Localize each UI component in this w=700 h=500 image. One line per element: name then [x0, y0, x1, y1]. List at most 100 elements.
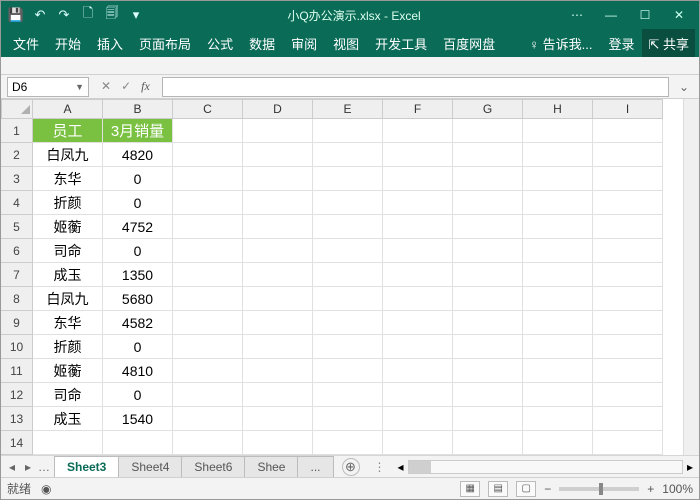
- cell[interactable]: 0: [103, 383, 173, 407]
- cell[interactable]: [453, 431, 523, 455]
- new-file-icon[interactable]: 🗋: [77, 4, 99, 26]
- cell[interactable]: [453, 119, 523, 143]
- vertical-scrollbar[interactable]: [683, 99, 699, 455]
- cell[interactable]: 白凤九: [33, 143, 103, 167]
- cell[interactable]: 司命: [33, 383, 103, 407]
- tab-data[interactable]: 数据: [241, 29, 283, 57]
- cell[interactable]: [593, 431, 663, 455]
- cell[interactable]: [243, 383, 313, 407]
- cell[interactable]: [453, 191, 523, 215]
- cell[interactable]: [243, 143, 313, 167]
- tab-view[interactable]: 视图: [325, 29, 367, 57]
- cell[interactable]: [243, 335, 313, 359]
- cell[interactable]: [243, 311, 313, 335]
- cell[interactable]: 0: [103, 335, 173, 359]
- cell[interactable]: [453, 335, 523, 359]
- cell[interactable]: [173, 383, 243, 407]
- zoom-out-icon[interactable]: −: [544, 482, 551, 496]
- cell[interactable]: [33, 431, 103, 455]
- cell[interactable]: 白凤九: [33, 287, 103, 311]
- cell[interactable]: [383, 167, 453, 191]
- col-header[interactable]: I: [593, 99, 663, 119]
- cell[interactable]: [243, 167, 313, 191]
- cell[interactable]: [593, 311, 663, 335]
- sheet-tab[interactable]: ...: [297, 456, 333, 477]
- cell[interactable]: [243, 431, 313, 455]
- col-header[interactable]: G: [453, 99, 523, 119]
- col-header[interactable]: A: [33, 99, 103, 119]
- macro-record-icon[interactable]: ◉: [41, 482, 51, 496]
- cell[interactable]: 员工: [33, 119, 103, 143]
- cell[interactable]: [383, 143, 453, 167]
- cell[interactable]: [593, 143, 663, 167]
- tab-file[interactable]: 文件: [5, 29, 47, 57]
- cell[interactable]: 0: [103, 167, 173, 191]
- cell[interactable]: [173, 287, 243, 311]
- row-header[interactable]: 3: [1, 167, 33, 191]
- cell[interactable]: [243, 359, 313, 383]
- cell[interactable]: [173, 239, 243, 263]
- fx-icon[interactable]: fx: [141, 79, 150, 94]
- cell[interactable]: 4810: [103, 359, 173, 383]
- cell[interactable]: [523, 383, 593, 407]
- cell[interactable]: 4582: [103, 311, 173, 335]
- cell[interactable]: [313, 311, 383, 335]
- cell[interactable]: [313, 263, 383, 287]
- cell[interactable]: [593, 287, 663, 311]
- grid-rows[interactable]: 1员工3月销量2白凤九48203东华04折颜05姬蘅47526司命07成玉135…: [1, 119, 683, 455]
- cell[interactable]: [243, 287, 313, 311]
- cell[interactable]: 成玉: [33, 263, 103, 287]
- cell[interactable]: [313, 335, 383, 359]
- cell[interactable]: [313, 359, 383, 383]
- view-pagebreak-icon[interactable]: ▢: [516, 481, 536, 497]
- cell[interactable]: [593, 215, 663, 239]
- login-button[interactable]: 登录: [600, 29, 642, 57]
- save-icon[interactable]: 💾: [5, 4, 27, 26]
- view-pagelayout-icon[interactable]: ▤: [488, 481, 508, 497]
- cell[interactable]: [313, 431, 383, 455]
- cell[interactable]: [593, 383, 663, 407]
- cell[interactable]: [523, 263, 593, 287]
- cell[interactable]: [243, 407, 313, 431]
- scroll-left-icon[interactable]: ◂: [398, 460, 404, 474]
- cell[interactable]: 1350: [103, 263, 173, 287]
- cell[interactable]: [173, 263, 243, 287]
- cell[interactable]: [593, 191, 663, 215]
- cell[interactable]: [173, 335, 243, 359]
- cell[interactable]: 4752: [103, 215, 173, 239]
- tab-review[interactable]: 审阅: [283, 29, 325, 57]
- chevron-down-icon[interactable]: ▼: [75, 82, 84, 92]
- formula-input[interactable]: [162, 77, 669, 97]
- name-box[interactable]: D6 ▼: [7, 77, 89, 97]
- cell[interactable]: [523, 359, 593, 383]
- cell[interactable]: [383, 263, 453, 287]
- cell[interactable]: [383, 119, 453, 143]
- cell[interactable]: [383, 335, 453, 359]
- row-header[interactable]: 2: [1, 143, 33, 167]
- cell[interactable]: [383, 311, 453, 335]
- col-header[interactable]: B: [103, 99, 173, 119]
- cell[interactable]: [593, 119, 663, 143]
- cell[interactable]: [383, 287, 453, 311]
- cell[interactable]: [453, 287, 523, 311]
- cell[interactable]: [593, 335, 663, 359]
- cell[interactable]: [523, 311, 593, 335]
- cell[interactable]: 0: [103, 239, 173, 263]
- cell[interactable]: 1540: [103, 407, 173, 431]
- cell[interactable]: 姬蘅: [33, 359, 103, 383]
- cell[interactable]: [313, 383, 383, 407]
- row-header[interactable]: 7: [1, 263, 33, 287]
- cell[interactable]: [593, 239, 663, 263]
- cell[interactable]: [453, 359, 523, 383]
- cell[interactable]: [523, 119, 593, 143]
- sheet-tab[interactable]: Sheet4: [118, 456, 182, 477]
- cell[interactable]: 5680: [103, 287, 173, 311]
- sheet-tab[interactable]: Sheet6: [181, 456, 245, 477]
- cell[interactable]: [453, 215, 523, 239]
- cell[interactable]: [593, 167, 663, 191]
- cell[interactable]: 成玉: [33, 407, 103, 431]
- cell[interactable]: [243, 215, 313, 239]
- close-icon[interactable]: ✕: [663, 4, 695, 26]
- tab-baidu[interactable]: 百度网盘: [435, 29, 503, 57]
- select-all-corner[interactable]: [1, 99, 33, 119]
